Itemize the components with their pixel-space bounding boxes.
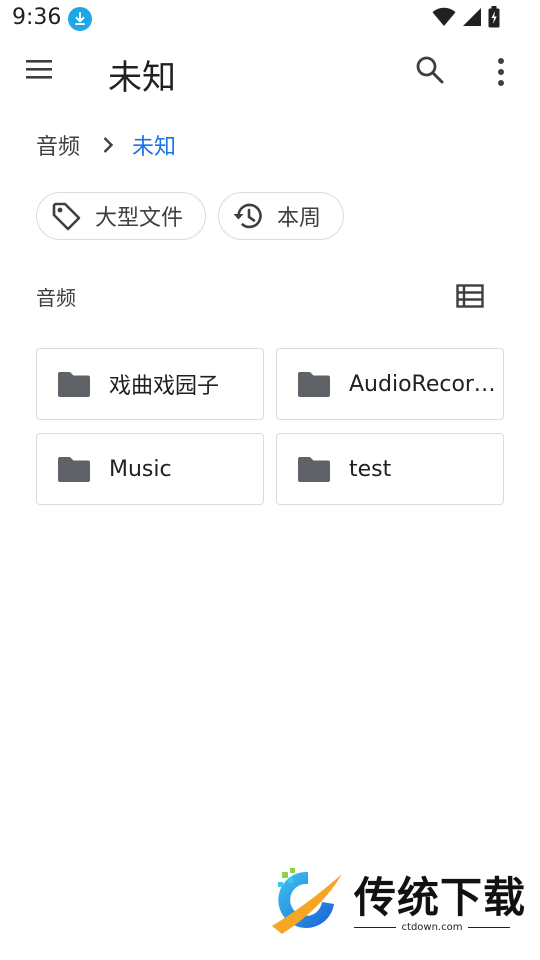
menu-button[interactable] <box>24 58 60 88</box>
chip-large-files[interactable]: 大型文件 <box>36 192 207 240</box>
more-options-button[interactable] <box>488 54 514 90</box>
list-view-icon <box>456 284 484 308</box>
more-vert-icon <box>498 58 504 86</box>
app-bar: 未知 <box>0 36 540 110</box>
folder-item[interactable]: AudioRecorder <box>276 348 504 420</box>
search-icon <box>416 56 444 84</box>
breadcrumb: 音频 未知 <box>36 128 176 162</box>
breadcrumb-current[interactable]: 未知 <box>132 129 176 161</box>
page-title: 未知 <box>108 58 176 98</box>
chip-this-week[interactable]: 本周 <box>218 192 345 240</box>
cell-signal-icon <box>463 8 481 26</box>
history-icon <box>231 199 265 233</box>
chip-label: 大型文件 <box>95 206 184 231</box>
breadcrumb-root[interactable]: 音频 <box>36 129 80 161</box>
status-bar: 9:36 <box>0 0 540 36</box>
folder-item[interactable]: test <box>276 433 504 505</box>
folder-name: AudioRecorder <box>349 371 499 397</box>
section-title: 音频 <box>36 286 76 310</box>
folder-name: Music <box>109 456 172 482</box>
chevron-right-icon <box>102 136 114 154</box>
tag-icon <box>49 199 83 233</box>
view-toggle-button[interactable] <box>456 284 486 312</box>
folder-item[interactable]: Music <box>36 433 264 505</box>
watermark-logo-icon <box>272 868 342 934</box>
folder-icon <box>58 372 90 397</box>
chip-label: 本周 <box>277 206 322 231</box>
filter-chips: 大型文件 本周 <box>36 192 345 240</box>
watermark-subtitle: ctdown.com <box>401 922 463 933</box>
folder-icon <box>298 457 330 482</box>
folder-name: test <box>349 456 392 482</box>
hamburger-menu-icon <box>26 60 52 79</box>
folder-item[interactable]: 戏曲戏园子 <box>36 348 264 420</box>
status-icons <box>432 6 500 28</box>
wifi-icon <box>432 7 456 26</box>
folder-grid: 戏曲戏园子 AudioRecorder Music test <box>36 348 504 505</box>
folder-icon <box>58 457 90 482</box>
watermark-title: 传统下载 <box>354 873 527 922</box>
folder-name: 戏曲戏园子 <box>109 374 220 399</box>
section-header: 音频 <box>36 282 486 314</box>
folder-icon <box>298 372 330 397</box>
watermark-subtitle-row: ctdown.com <box>354 922 510 933</box>
status-time: 9:36 <box>12 5 62 30</box>
download-arrow-icon <box>68 7 92 31</box>
watermark: 传统下载 ctdown.com <box>268 862 528 940</box>
search-button[interactable] <box>414 54 450 90</box>
battery-charging-icon <box>488 6 500 28</box>
